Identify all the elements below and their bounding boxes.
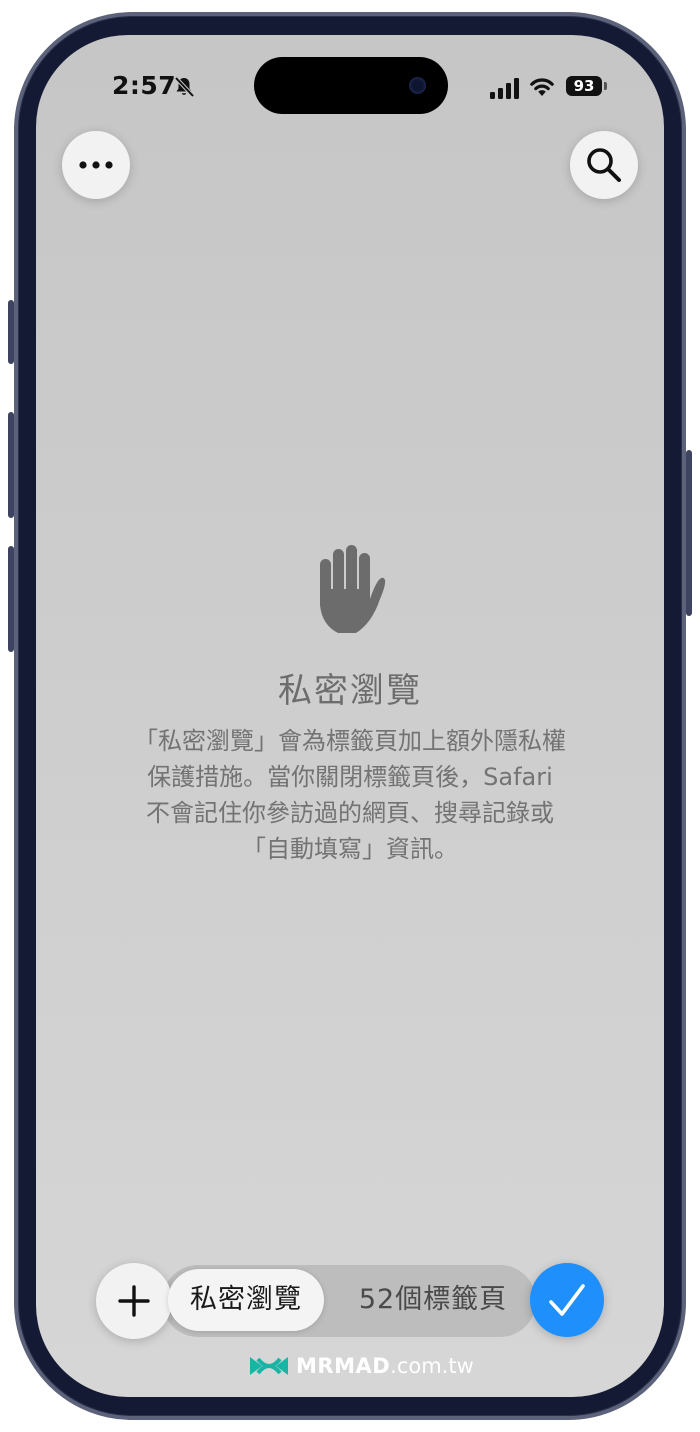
search-button[interactable] <box>570 131 638 199</box>
battery-tip <box>604 82 607 90</box>
private-browsing-description: 「私密瀏覽」會為標籤頁加上額外隱私權 保護措施。當你關閉標籤頁後，Safari … <box>118 723 582 867</box>
dynamic-island <box>254 57 448 114</box>
segment-private-browsing[interactable]: 私密瀏覽 <box>168 1269 324 1331</box>
new-tab-button[interactable] <box>96 1263 172 1339</box>
action-button <box>8 300 14 364</box>
magnifier-icon <box>587 148 621 182</box>
watermark: MRMAD .com.tw <box>248 1351 474 1381</box>
front-camera <box>409 77 426 94</box>
bell-slash-icon <box>174 76 195 98</box>
cellular-signal-icon <box>490 78 519 99</box>
segment-tab-count[interactable]: 52個標籤頁 <box>346 1269 520 1331</box>
description-line: 「私密瀏覽」會為標籤頁加上額外隱私權 <box>134 727 566 755</box>
status-time: 2:57 <box>112 71 177 100</box>
status-bar: 2:57 93 <box>36 35 664 145</box>
hand-raised-icon <box>320 545 386 633</box>
more-options-button[interactable] <box>62 131 130 199</box>
mrmad-logo-icon <box>250 1357 288 1375</box>
private-browsing-title: 私密瀏覽 <box>278 671 422 711</box>
description-line: 「自動填寫」資訊。 <box>242 835 458 863</box>
volume-down-button <box>8 546 14 652</box>
wifi-icon <box>530 78 554 96</box>
ellipsis-icon <box>79 161 113 169</box>
checkmark-icon <box>549 1284 585 1316</box>
watermark-domain: .com.tw <box>390 1354 474 1378</box>
tab-bar: 私密瀏覽 52個標籤頁 <box>96 1263 604 1339</box>
plus-icon <box>118 1285 150 1317</box>
description-line: 保護措施。當你關閉標籤頁後，Safari <box>147 763 553 791</box>
done-button[interactable] <box>530 1263 604 1337</box>
power-button <box>686 450 692 616</box>
battery-indicator: 93 <box>566 76 602 96</box>
description-line: 不會記住你參訪過的網頁、搜尋記錄或 <box>146 799 554 827</box>
screen: 2:57 93 私密瀏覽 「私密瀏覽」會為標籤頁加上額外隱私權 保護措施。當你關… <box>36 35 664 1397</box>
volume-up-button <box>8 412 14 518</box>
watermark-brand: MRMAD <box>296 1354 391 1378</box>
